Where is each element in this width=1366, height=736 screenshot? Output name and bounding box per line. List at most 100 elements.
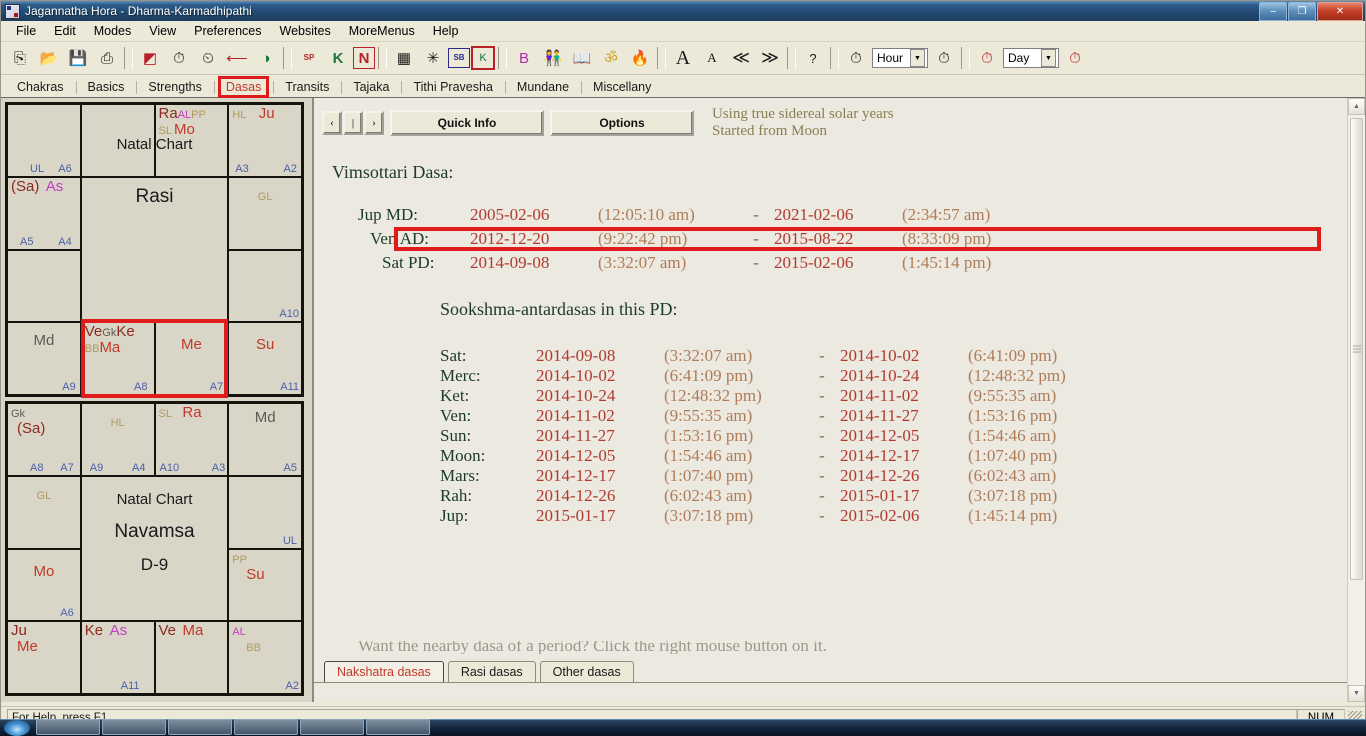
list-item[interactable]: Sun: 2014-11-27 (1:53:16 pm) - 2014-12-0… (440, 426, 1347, 446)
tab-nakshatra-dasas[interactable]: Nakshatra dasas (324, 661, 444, 682)
rasi-cell-7[interactable] (7, 249, 81, 323)
menu-edit[interactable]: Edit (45, 22, 85, 40)
list-item[interactable]: Rah: 2014-12-26 (6:02:43 am) - 2015-01-1… (440, 486, 1347, 506)
k-square-icon[interactable]: K (471, 46, 495, 70)
scrollbar-thumb[interactable] (1350, 118, 1363, 580)
tab-tithi-pravesha[interactable]: Tithi Pravesha (401, 78, 504, 97)
grid-chart-icon[interactable]: ▦ (390, 44, 418, 72)
tab-rasi-dasas[interactable]: Rasi dasas (447, 661, 536, 682)
navamsa-cell-1[interactable]: Gk (Sa) A8 A7 (7, 403, 81, 476)
next-chart-button[interactable]: › (364, 110, 384, 135)
font-large-icon[interactable]: A (669, 44, 697, 72)
menu-view[interactable]: View (140, 22, 185, 40)
rasi-cell-12[interactable]: Su A11 (228, 322, 302, 395)
day-select[interactable]: Day ▼ (1003, 48, 1059, 68)
chevron-down-icon[interactable]: ▼ (1041, 49, 1056, 67)
couple-icon[interactable]: 👫 (539, 44, 567, 72)
list-item[interactable]: Jup: 2015-01-17 (3:07:18 pm) - 2015-02-0… (440, 506, 1347, 526)
current-chart-button[interactable]: | (343, 110, 363, 135)
k-compass-icon[interactable]: K (324, 44, 352, 72)
book-icon[interactable]: 📖 (568, 44, 596, 72)
menu-websites[interactable]: Websites (271, 22, 340, 40)
list-item[interactable]: Sat: 2014-09-08 (3:32:07 am) - 2014-10-0… (440, 346, 1347, 366)
tab-dasas[interactable]: Dasas (213, 76, 273, 98)
hour-forward-icon[interactable]: ⏱ (930, 44, 958, 72)
navamsa-cell-10[interactable]: Ke As A11 (80, 621, 155, 694)
start-button-icon[interactable] (4, 720, 30, 736)
navamsa-chart[interactable]: Gk (Sa) A8 A7 HL A9 A4 SL Ra A10 A3 Md A… (5, 401, 304, 696)
scroll-down-icon[interactable]: ▼ (1348, 685, 1365, 702)
maximize-button[interactable]: ❐ (1288, 2, 1316, 21)
list-item[interactable]: Mars: 2014-12-17 (1:07:40 pm) - 2014-12-… (440, 466, 1347, 486)
vertical-scrollbar[interactable]: ▲ ▼ (1347, 98, 1365, 702)
menu-help[interactable]: Help (424, 22, 468, 40)
day-forward-icon[interactable]: ⏱ (1061, 44, 1089, 72)
fire-altar-icon[interactable]: 🔥 (626, 44, 654, 72)
chevron-down-icon[interactable]: ▼ (910, 49, 925, 67)
dasa-row-ad[interactable]: Ven AD: 2012-12-20 (9:22:42 pm) - 2015-0… (358, 227, 1347, 251)
navamsa-cell-3[interactable]: SL Ra A10 A3 (154, 403, 229, 476)
star-burst-icon[interactable]: ✳ (419, 44, 447, 72)
list-item[interactable]: Moon: 2014-12-05 (1:54:46 am) - 2014-12-… (440, 446, 1347, 466)
tab-tajaka[interactable]: Tajaka (341, 78, 401, 97)
menu-preferences[interactable]: Preferences (185, 22, 270, 40)
list-item[interactable]: Merc: 2014-10-02 (6:41:09 pm) - 2014-10-… (440, 366, 1347, 386)
taskbar-item[interactable] (366, 719, 430, 735)
navamsa-cell-12[interactable]: AL BB A2 (228, 621, 302, 694)
scroll-up-icon[interactable]: ▲ (1348, 98, 1365, 115)
clock-undo-icon[interactable]: ⏲ (194, 44, 222, 72)
rasi-chart[interactable]: UL A6 RaALPP SL Mo HL Ju A3 A2 (Sa) As A… (5, 102, 304, 398)
prev-chart-button[interactable]: ‹ (322, 110, 342, 135)
hour-select[interactable]: Hour ▼ (872, 48, 928, 68)
prev-double-icon[interactable]: ≪ (727, 44, 755, 72)
tab-transits[interactable]: Transits (273, 78, 341, 97)
dasa-row-pd[interactable]: Sat PD: 2014-09-08 (3:32:07 am) - 2015-0… (382, 253, 1347, 273)
minimize-button[interactable]: – (1259, 2, 1287, 21)
taskbar-item[interactable] (102, 719, 166, 735)
options-button[interactable]: Options (550, 109, 694, 136)
tab-strengths[interactable]: Strengths (136, 78, 214, 97)
navamsa-cell-4[interactable]: Md A5 (228, 403, 302, 476)
hour-back-icon[interactable]: ⏱ (842, 44, 870, 72)
tab-chakras[interactable]: Chakras (5, 78, 76, 97)
tab-other-dasas[interactable]: Other dasas (539, 661, 634, 682)
rasi-cell-11[interactable]: Me A7 (154, 322, 229, 395)
quick-info-button[interactable]: Quick Info (390, 109, 544, 136)
close-button[interactable]: ✕ (1317, 2, 1363, 21)
next-double-icon[interactable]: ≫ (756, 44, 784, 72)
timezone-icon[interactable]: ◑ (252, 44, 280, 72)
navamsa-cell-9[interactable]: Ju Me (7, 621, 81, 694)
day-back-icon[interactable]: ⏱ (973, 44, 1001, 72)
print-icon[interactable]: ⎙ (93, 44, 121, 72)
b-grid-icon[interactable]: B (510, 44, 538, 72)
tab-basics[interactable]: Basics (75, 78, 137, 97)
chart-colors-icon[interactable]: ◩ (136, 44, 164, 72)
om-sound-icon[interactable]: ॐ (597, 44, 625, 72)
taskbar-item[interactable] (234, 719, 298, 735)
rasi-cell-9[interactable]: Md A9 (7, 322, 81, 395)
menu-moremenus[interactable]: MoreMenus (340, 22, 424, 40)
navamsa-cell-11[interactable]: Ve Ma (154, 621, 229, 694)
list-item[interactable]: Ket: 2014-10-24 (12:48:32 pm) - 2014-11-… (440, 386, 1347, 406)
data-clock-icon[interactable]: ⏱ (165, 44, 193, 72)
save-icon[interactable]: 💾 (64, 44, 92, 72)
sb-table-icon[interactable]: SB (448, 48, 470, 68)
clock-back-icon[interactable]: ⟵ (223, 44, 251, 72)
rasi-cell-10[interactable]: VeGkKe BBMa A8 (80, 322, 155, 395)
new-file-icon[interactable]: ⎘ (6, 44, 34, 72)
menu-modes[interactable]: Modes (85, 22, 141, 40)
menu-file[interactable]: File (7, 22, 45, 40)
taskbar-item[interactable] (168, 719, 232, 735)
open-folder-icon[interactable]: 📂 (35, 44, 63, 72)
tab-mundane[interactable]: Mundane (504, 78, 581, 97)
rasi-cell-8[interactable]: A10 (228, 249, 302, 323)
navamsa-cell-2[interactable]: HL A9 A4 (80, 403, 155, 476)
tab-miscellany[interactable]: Miscellany (581, 78, 663, 97)
taskbar-item[interactable] (300, 719, 364, 735)
dasa-row-md[interactable]: Jup MD: 2005-02-06 (12:05:10 am) - 2021-… (358, 205, 1347, 225)
sp-kh-icon[interactable]: SP (295, 44, 323, 72)
taskbar-item[interactable] (36, 719, 100, 735)
list-item[interactable]: Ven: 2014-11-02 (9:55:35 am) - 2014-11-2… (440, 406, 1347, 426)
help-icon[interactable]: ? (799, 44, 827, 72)
n-box-icon[interactable]: N (353, 47, 375, 69)
